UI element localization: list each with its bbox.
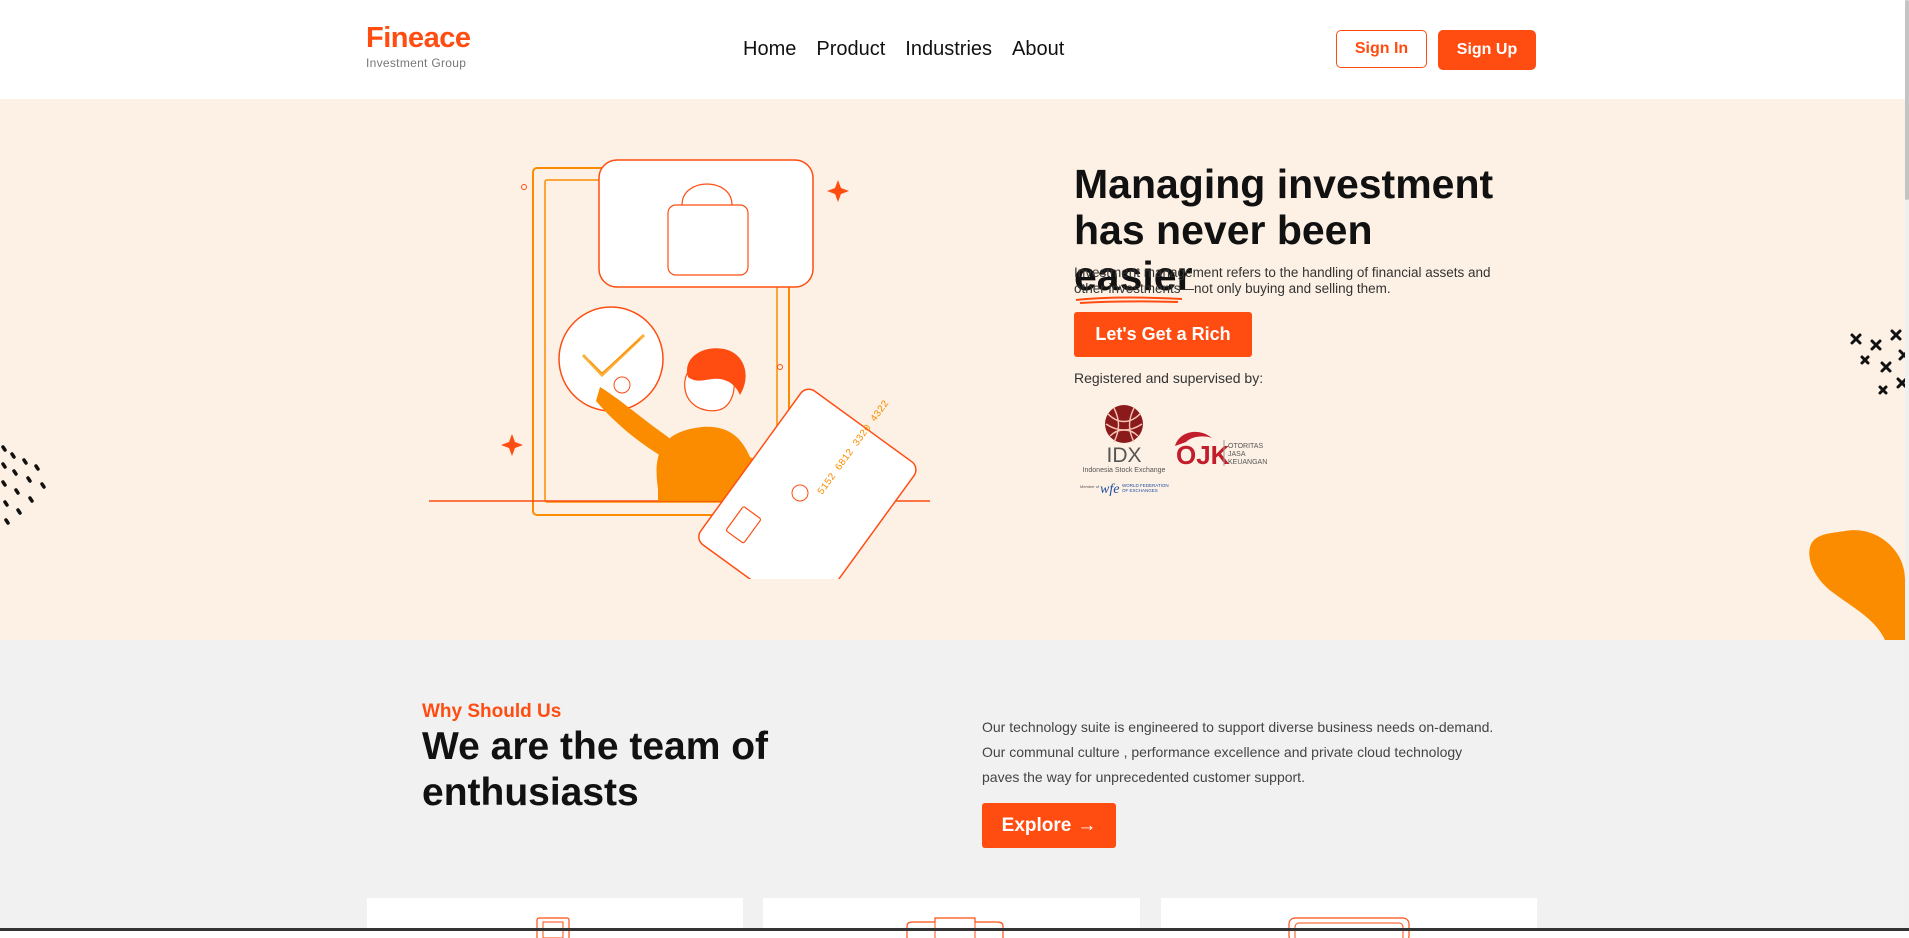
- svg-text:Member of: Member of: [1080, 484, 1100, 489]
- hero-title-line2: has never been: [1074, 207, 1373, 253]
- nav-item-product[interactable]: Product: [816, 36, 885, 62]
- explore-label: Explore: [1001, 814, 1072, 836]
- registered-label: Registered and supervised by:: [1074, 370, 1264, 386]
- scrollbar-thumb[interactable]: [1905, 0, 1909, 200]
- brand-logo[interactable]: Fineace Investment Group: [366, 22, 471, 70]
- feature-card[interactable]: [1161, 898, 1537, 938]
- feature-icon: [906, 917, 1004, 938]
- brand-name: Fineace: [366, 22, 471, 54]
- decorative-dots-left: [1, 445, 46, 525]
- hero-title-line1: Managing investment: [1074, 161, 1494, 207]
- site-header: Fineace Investment Group Home Product In…: [0, 0, 1909, 99]
- svg-text:OF EXCHANGES: OF EXCHANGES: [1122, 488, 1158, 493]
- explore-button[interactable]: Explore →: [982, 803, 1116, 848]
- sparkle-icon: [501, 434, 523, 456]
- svg-text:JASA: JASA: [1228, 451, 1246, 458]
- page-scrollbar[interactable]: [1905, 0, 1909, 931]
- brand-tagline: Investment Group: [366, 56, 467, 70]
- ojk-logo: OJK OTORITAS JASA KEUANGAN: [1175, 431, 1267, 470]
- nav-item-industries[interactable]: Industries: [905, 36, 992, 62]
- svg-text:KEUANGAN: KEUANGAN: [1228, 459, 1267, 466]
- svg-text:IDX: IDX: [1106, 444, 1141, 467]
- svg-text:OJK: OJK: [1176, 440, 1230, 470]
- why-eyebrow: Why Should Us: [422, 701, 562, 722]
- feature-icon: [536, 917, 570, 938]
- svg-text:Indonesia Stock Exchange: Indonesia Stock Exchange: [1083, 467, 1166, 474]
- sign-up-button[interactable]: Sign Up: [1438, 30, 1536, 70]
- why-description: Our technology suite is engineered to su…: [982, 719, 1494, 785]
- sparkle-icon: [827, 180, 849, 202]
- main-nav: Home Product Industries About: [743, 36, 1064, 62]
- svg-text:wfe: wfe: [1100, 482, 1119, 497]
- why-section: Why Should Us We are the team of enthusi…: [0, 640, 1909, 938]
- idx-logo: IDX Indonesia Stock Exchange Member of w…: [1080, 405, 1169, 497]
- arrow-right-icon: →: [1077, 814, 1097, 836]
- nav-item-home[interactable]: Home: [743, 36, 796, 62]
- nav-item-about[interactable]: About: [1012, 36, 1064, 62]
- sign-in-button[interactable]: Sign In: [1336, 30, 1427, 68]
- decorative-crosses-right: [1850, 329, 1909, 395]
- decorative-orange-blob: [1809, 530, 1905, 640]
- feature-card[interactable]: [367, 898, 743, 938]
- feature-icon: [1288, 917, 1410, 938]
- hero-illustration: 5152 6812 3320 4322: [429, 159, 930, 579]
- svg-text:OTORITAS: OTORITAS: [1228, 443, 1263, 450]
- feature-card[interactable]: [763, 898, 1140, 938]
- hero-section: 5152 6812 3320 4322 Managing investment …: [0, 99, 1909, 640]
- get-rich-button[interactable]: Let's Get a Rich: [1074, 312, 1252, 357]
- why-title: We are the team of enthusiasts: [422, 725, 769, 814]
- hero-description: Investment management refers to the hand…: [1074, 265, 1491, 296]
